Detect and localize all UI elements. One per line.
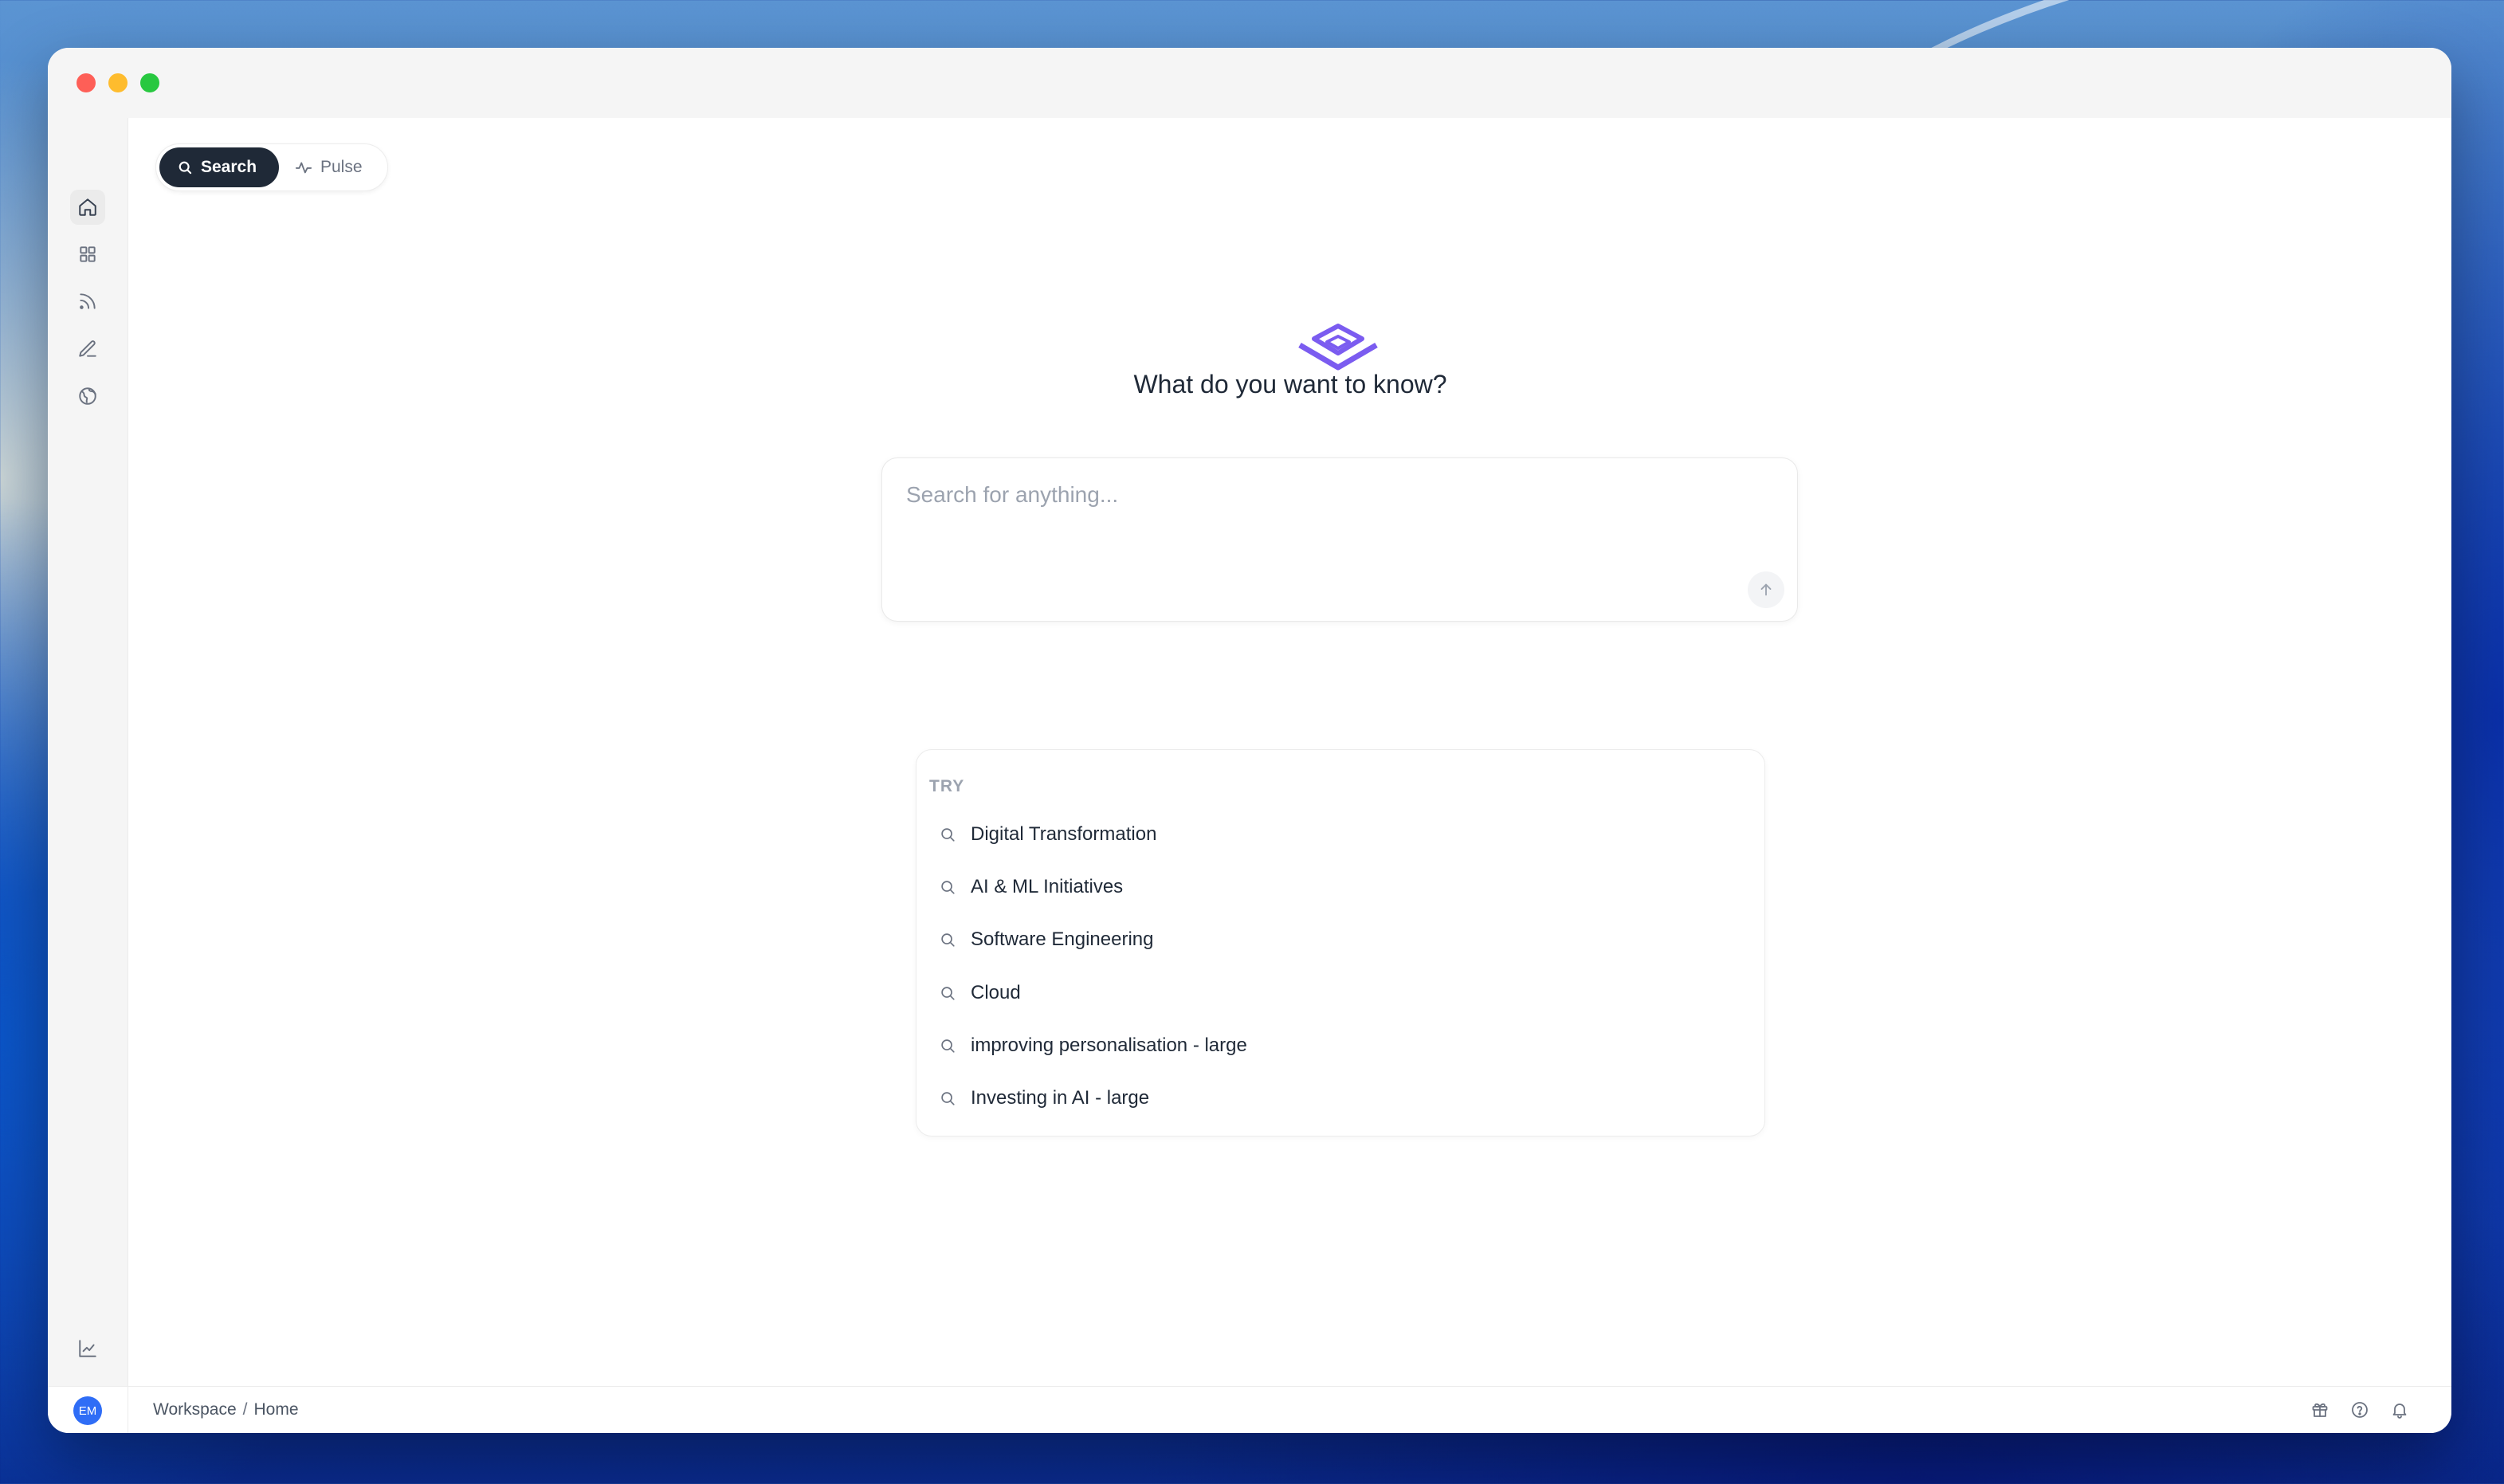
search-icon <box>939 984 956 1002</box>
sidebar-item-edit[interactable] <box>70 332 105 367</box>
arrow-up-icon <box>1760 583 1772 596</box>
suggestion-item[interactable]: Digital Transformation <box>939 812 1744 857</box>
suggestions-heading: TRY <box>929 777 965 795</box>
breadcrumb-home[interactable]: Home <box>254 1400 299 1419</box>
suggestion-item[interactable]: Cloud <box>939 971 1744 1015</box>
breadcrumb-separator: / <box>242 1400 248 1419</box>
window-close-button[interactable] <box>77 73 96 92</box>
brand-logo-icon <box>1298 324 1378 371</box>
search-icon <box>177 159 193 175</box>
notifications-button[interactable] <box>2388 1398 2412 1422</box>
suggestion-label: Digital Transformation <box>971 823 1157 845</box>
sidebar-item-analytics[interactable] <box>70 1331 105 1366</box>
home-icon <box>79 198 96 216</box>
search-icon <box>939 1089 956 1107</box>
pulse-mode-label: Pulse <box>320 158 363 176</box>
search-input[interactable] <box>906 482 1703 508</box>
suggestion-item[interactable]: AI & ML Initiatives <box>939 865 1744 909</box>
window-maximize-button[interactable] <box>140 73 159 92</box>
search-icon <box>939 878 956 896</box>
search-icon <box>939 1037 956 1054</box>
analytics-icon <box>79 1340 96 1357</box>
avatar[interactable]: EM <box>73 1396 102 1425</box>
sidebar <box>48 118 128 1405</box>
sidebar-item-home[interactable] <box>70 190 105 225</box>
mode-switch: Search Pulse <box>155 143 388 191</box>
suggestion-item[interactable]: Software Engineering <box>939 917 1744 962</box>
search-icon <box>939 931 956 948</box>
gift-button[interactable] <box>2308 1398 2332 1422</box>
submit-button[interactable] <box>1748 571 1784 608</box>
search-mode-button[interactable]: Search <box>159 147 279 187</box>
page-headline: What do you want to know? <box>1133 370 1447 398</box>
search-box <box>881 457 1798 622</box>
bell-icon <box>2392 1404 2407 1419</box>
pencil-icon <box>79 340 96 357</box>
breadcrumb: Workspace / Home <box>153 1400 299 1419</box>
grid-icon <box>80 246 96 262</box>
breadcrumb-workspace[interactable]: Workspace <box>153 1400 237 1419</box>
globe-icon <box>79 387 96 405</box>
gift-icon <box>2312 1403 2328 1417</box>
search-icon <box>939 826 956 843</box>
suggestion-label: improving personalisation - large <box>971 1034 1247 1056</box>
sidebar-item-explore[interactable] <box>70 379 105 414</box>
help-button[interactable] <box>2348 1398 2372 1422</box>
sidebar-item-feed[interactable] <box>70 284 105 319</box>
suggestions-panel: TRY Digital Transformation AI & ML Initi… <box>916 749 1765 1137</box>
pulse-mode-button[interactable]: Pulse <box>288 147 376 187</box>
pulse-icon <box>295 159 312 176</box>
status-bar: EM Workspace / Home <box>48 1386 2451 1433</box>
sidebar-item-grid[interactable] <box>70 237 105 272</box>
help-icon <box>2352 1402 2368 1418</box>
suggestion-item[interactable]: improving personalisation - large <box>939 1023 1744 1068</box>
title-bar <box>48 48 2451 118</box>
rss-icon <box>80 293 96 309</box>
app-window: Search Pulse What do you want to know? T… <box>48 48 2451 1433</box>
main-content: Search Pulse What do you want to know? T… <box>128 118 2451 1387</box>
search-mode-label: Search <box>201 158 257 176</box>
window-minimize-button[interactable] <box>108 73 128 92</box>
suggestion-label: Investing in AI - large <box>971 1087 1150 1109</box>
suggestion-label: Cloud <box>971 982 1021 1003</box>
suggestion-label: AI & ML Initiatives <box>971 876 1124 897</box>
suggestion-item[interactable]: Investing in AI - large <box>939 1076 1744 1121</box>
suggestion-label: Software Engineering <box>971 928 1154 950</box>
